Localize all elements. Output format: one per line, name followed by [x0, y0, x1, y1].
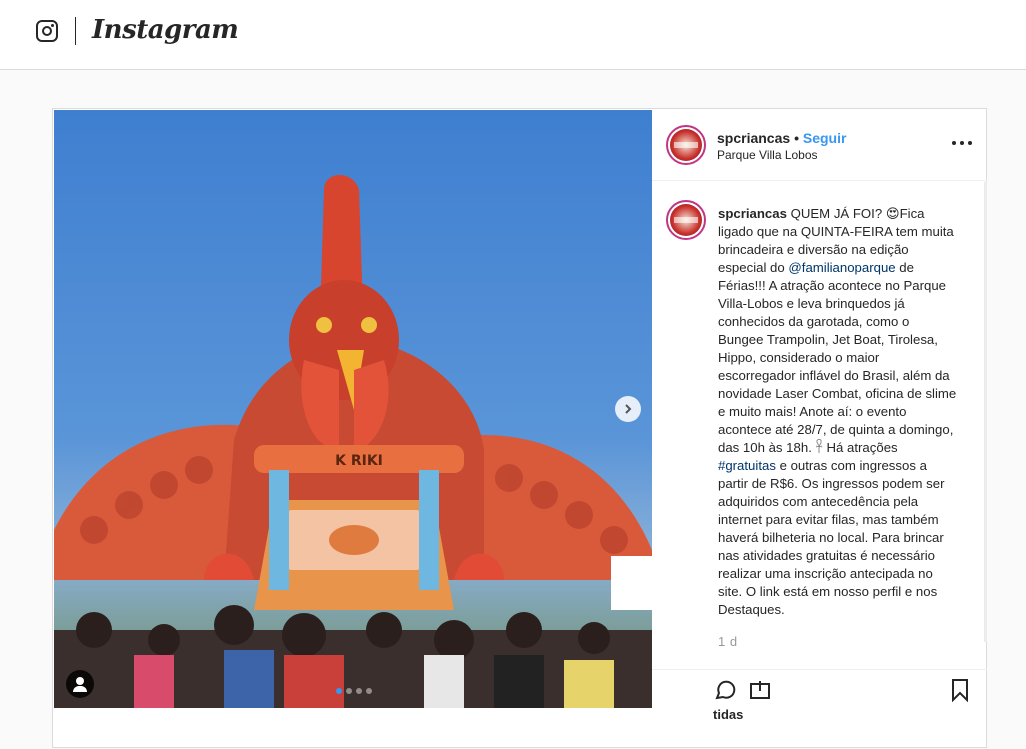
comments-section: spcriancas QUEM JÁ FOI? 😍Fica ligado que…	[652, 182, 987, 662]
share-icon[interactable]	[748, 678, 772, 702]
carousel-dot	[366, 688, 372, 694]
occluding-panel	[611, 556, 659, 610]
carousel-next-button[interactable]	[615, 396, 641, 422]
top-navigation-bar: Instagram	[0, 0, 1026, 70]
post-timestamp[interactable]: 1 d	[718, 634, 738, 649]
post-image[interactable]: K RIKI	[54, 110, 652, 708]
post-container: K RIKI spcriancas • Seguir Parque Villa …	[52, 108, 987, 748]
comments-scrollbar[interactable]	[984, 182, 987, 642]
carousel-dot	[336, 688, 342, 694]
caption-text-3: e outras com ingressos a partir de R$6. …	[718, 458, 945, 617]
location-link[interactable]: Parque Villa Lobos	[717, 148, 818, 162]
brand-divider	[75, 17, 76, 45]
bookmark-icon[interactable]	[948, 678, 972, 702]
caption-username[interactable]: spcriancas	[718, 206, 787, 221]
user-tag-icon[interactable]	[66, 670, 94, 698]
likes-count[interactable]: tidas	[713, 707, 743, 722]
post-sidebar: spcriancas • Seguir Parque Villa Lobos s…	[652, 109, 987, 749]
carousel-dot	[346, 688, 352, 694]
caption-text-2: de Férias!!! A atração acontece no Parqu…	[718, 260, 957, 455]
hashtag-link[interactable]: #gratuitas	[718, 458, 776, 473]
inflatable-rooster-illustration: K RIKI	[54, 175, 652, 708]
svg-text:K RIKI: K RIKI	[335, 453, 383, 469]
post-header: spcriancas • Seguir Parque Villa Lobos	[652, 109, 987, 181]
more-options-icon[interactable]	[952, 141, 972, 149]
chevron-right-icon	[625, 404, 632, 414]
username-link[interactable]: spcriancas	[717, 130, 790, 146]
action-bar	[652, 669, 987, 709]
follow-button[interactable]: Seguir	[803, 130, 847, 146]
post-caption: spcriancas QUEM JÁ FOI? 😍Fica ligado que…	[718, 205, 958, 619]
mention-link[interactable]: @familianoparque	[788, 260, 895, 275]
avatar[interactable]	[666, 200, 706, 240]
separator-dot: •	[794, 130, 799, 146]
instagram-glyph-icon[interactable]	[36, 20, 58, 42]
carousel-dot	[356, 688, 362, 694]
avatar[interactable]	[666, 125, 706, 165]
comment-icon[interactable]	[714, 678, 738, 702]
instagram-wordmark[interactable]: Instagram	[92, 15, 239, 45]
carousel-indicator	[336, 688, 372, 694]
